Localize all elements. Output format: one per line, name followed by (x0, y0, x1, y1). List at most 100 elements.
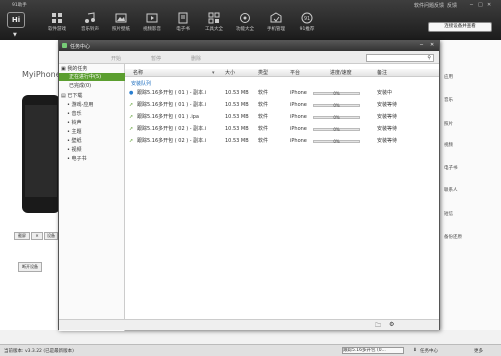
nav-tools[interactable]: 工具大全 (200, 12, 228, 32)
col-platform[interactable]: 平台 (290, 69, 300, 77)
col-size[interactable]: 大小 (225, 69, 235, 77)
right-item-contacts[interactable]: 联系人 (444, 187, 458, 193)
tree-label: 主题 (71, 129, 82, 135)
search-input[interactable]: ⚲ (366, 54, 434, 62)
disconnect-button[interactable]: 断开设备 (18, 262, 42, 272)
nav-recommend[interactable]: 91 91推荐 (293, 12, 321, 32)
version-text: 当前版本: v3.3.22 (已是最新版本) (4, 349, 74, 354)
task-center-link[interactable]: 任务中心 (420, 348, 438, 354)
settings-icon[interactable]: ⚙ (389, 321, 394, 328)
maximize-button[interactable]: □ (478, 2, 483, 8)
bug-link[interactable]: 反馈 (447, 2, 457, 9)
screenshot-button[interactable]: 截屏 (14, 232, 30, 240)
chevron-down-icon[interactable]: ▼ (13, 32, 17, 38)
nav-features[interactable]: 功能大全 (231, 12, 259, 32)
dialog-title: 任务中心 (70, 44, 91, 50)
search-icon[interactable]: ⚲ (427, 55, 431, 61)
right-item-music[interactable]: 音乐 (444, 97, 453, 103)
tree-ebooks[interactable]: • 电子书 (59, 155, 125, 163)
row-note: 安装等待 (377, 114, 398, 120)
tree-themes[interactable]: • 主题 (59, 128, 125, 136)
logo[interactable]: Hi (7, 12, 25, 28)
tree-music[interactable]: • 音乐 (59, 110, 125, 118)
row-type: 软件 (258, 102, 269, 108)
table-row[interactable]: ➚ 跟踪5.16多开包 ( 01 ) .ipa 10.53 MB 软件 iPho… (125, 112, 439, 122)
device-settings-button[interactable]: 设备 (44, 232, 58, 240)
row-type: 软件 (258, 90, 269, 96)
right-item-sms[interactable]: 短信 (444, 211, 453, 217)
dialog-toolbar: 开始 暂停 删除 ⚲ (59, 51, 439, 64)
waiting-icon: ➚ (129, 114, 134, 120)
tree-downloaded[interactable]: ▤ 已下载 (59, 92, 125, 100)
tree-videos[interactable]: • 视频 (59, 146, 125, 154)
right-item-ebook[interactable]: 电子书 (444, 165, 458, 171)
row-size: 10.53 MB (225, 102, 249, 108)
right-item-photos[interactable]: 照片 (444, 121, 453, 127)
progress-bar: 0% (313, 128, 360, 132)
status-task-icon: ⬇ (413, 348, 417, 353)
nav-video[interactable]: 视频影音 (138, 12, 166, 32)
pause-button[interactable]: 暂停 (151, 55, 161, 62)
tree-my-tasks[interactable]: ▣ 我的任务 (59, 65, 125, 73)
row-type: 软件 (258, 126, 269, 132)
delete-button[interactable]: 删除 (191, 55, 201, 62)
col-note[interactable]: 备注 (377, 69, 387, 77)
table-row[interactable]: ➚ 跟踪5.16多开包 ( 01 ) - 副本.i 10.53 MB 软件 iP… (125, 100, 439, 110)
nav-photos[interactable]: 照片壁纸 (107, 12, 135, 32)
start-button[interactable]: 开始 (111, 55, 121, 62)
right-item-backup[interactable]: 备份还原 (444, 234, 462, 240)
tree-wallpapers[interactable]: • 壁纸 (59, 137, 125, 145)
function-list: 应用 音乐 照片 视频 电子书 联系人 短信 备份还原 (438, 40, 501, 330)
book-icon (178, 12, 188, 24)
row-platform: iPhone (290, 114, 307, 120)
row-note: 安装等待 (377, 126, 398, 132)
close-button[interactable]: ✕ (487, 2, 491, 8)
music-note-icon (85, 12, 95, 23)
progress-bar: 0% (313, 140, 360, 144)
nav-music[interactable]: 音乐铃声 (76, 12, 104, 32)
folder-icon[interactable]: 🗀 (375, 321, 381, 331)
nav-ebook[interactable]: 电子书 (169, 12, 197, 32)
progress-bar: 0% (313, 104, 360, 108)
more-link[interactable]: 更多 (474, 348, 483, 354)
nav-label: 照片壁纸 (112, 27, 130, 32)
tree-label: 正在进行中(5) (69, 74, 102, 80)
table-row[interactable]: ● 跟踪5.16多开包 ( 01 ) - 副本.i 10.53 MB 软件 iP… (125, 88, 439, 98)
sort-icon[interactable]: ▾ (212, 69, 215, 77)
install-queue-label: 安装队列 (131, 81, 152, 87)
right-item-apps[interactable]: 应用 (444, 74, 453, 80)
nav-label: 软件游戏 (48, 27, 66, 32)
nav-label: 电子书 (176, 27, 190, 32)
video-icon (146, 13, 158, 23)
dialog-close-button[interactable]: ✕ (430, 42, 434, 48)
connect-device-button[interactable]: 连接设备并查看 (428, 22, 492, 32)
nav-apps[interactable]: 软件游戏 (43, 12, 71, 32)
device-close-button[interactable]: ✕ (31, 232, 43, 240)
nav-label: 91推荐 (299, 27, 315, 32)
tree-label: 已下载 (67, 93, 83, 99)
row-platform: iPhone (290, 102, 307, 108)
col-type[interactable]: 类型 (258, 69, 268, 77)
task-tree: ▣ 我的任务 正在进行中(5) 已完成(0) ▤ 已下载 • 游戏-应用 • 音… (59, 64, 125, 331)
minimize-button[interactable]: ─ (470, 2, 473, 8)
status-bar: 当前版本: v3.3.22 (已是最新版本) 跟踪5.16多开包 (0... ⬇… (0, 344, 501, 356)
dialog-minimize-button[interactable]: ─ (420, 42, 423, 48)
apps-icon (52, 13, 62, 23)
row-name: 跟踪5.16多开包 ( 02 ) - 副本.i (137, 126, 207, 132)
current-task-text[interactable]: 跟踪5.16多开包 (0... (342, 347, 404, 354)
tree-completed[interactable]: 已完成(0) (59, 82, 125, 90)
feedback-link[interactable]: 软件问题反馈 (414, 2, 444, 9)
tree-in-progress[interactable]: 正在进行中(5) (59, 73, 125, 81)
col-progress[interactable]: 进度/速度 (330, 69, 352, 77)
download-icon: ▤ (61, 93, 66, 99)
progress-text: 0% (333, 115, 340, 120)
tree-ringtones[interactable]: • 铃声 (59, 119, 125, 127)
table-row[interactable]: ➚ 跟踪5.16多开包 ( 02 ) - 副本.i 10.53 MB 软件 iP… (125, 136, 439, 146)
tree-games-apps[interactable]: • 游戏-应用 (59, 101, 125, 109)
features-icon (240, 13, 250, 23)
right-item-video[interactable]: 视频 (444, 142, 453, 148)
col-name[interactable]: 名称 (133, 69, 143, 77)
tree-label: 视频 (71, 147, 82, 153)
table-row[interactable]: ➚ 跟踪5.16多开包 ( 02 ) - 副本.i 10.53 MB 软件 iP… (125, 124, 439, 134)
nav-phone-manage[interactable]: 手机管理 (262, 12, 290, 32)
